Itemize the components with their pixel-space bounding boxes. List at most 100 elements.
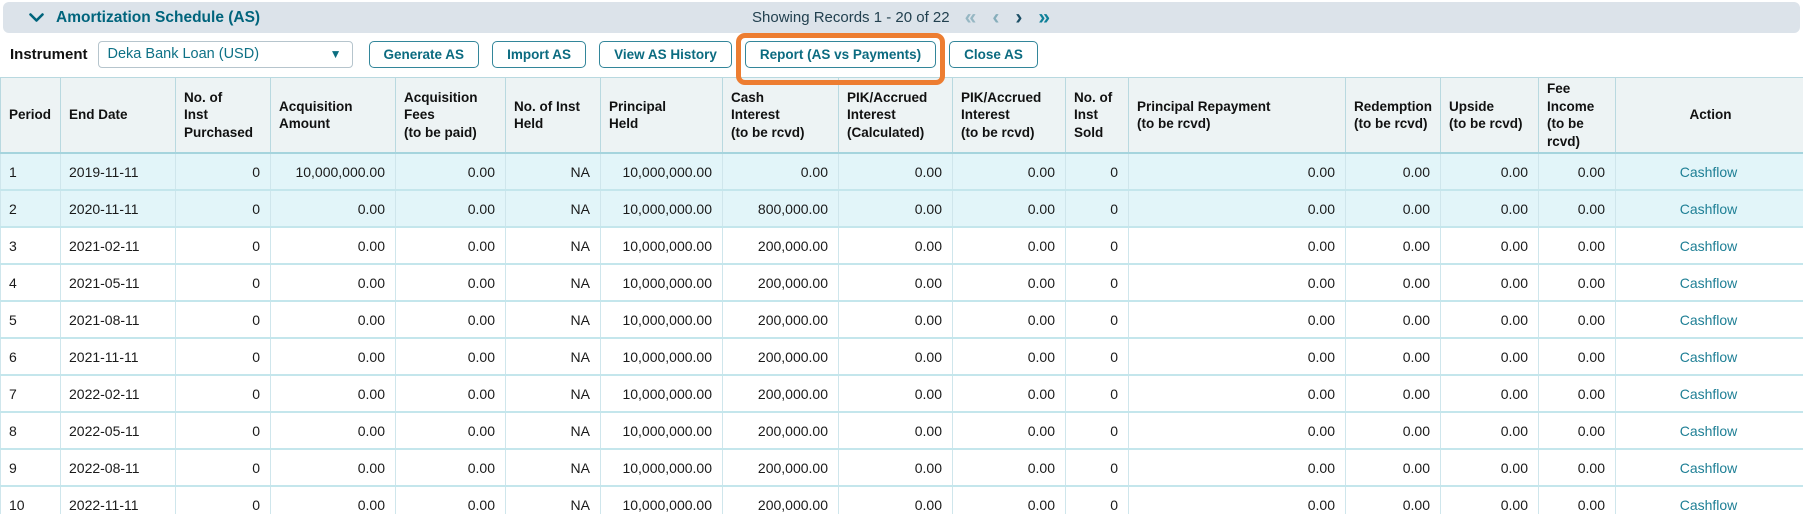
table-cell: 200,000.00 [723, 449, 839, 486]
table-cell: 0.00 [271, 227, 396, 264]
col-header-upside: Upside (to be rcvd) [1441, 78, 1539, 154]
report-as-vs-payments-button[interactable]: Report (AS vs Payments) [745, 41, 936, 68]
table-row: 52021-08-1100.000.00NA10,000,000.00200,0… [1, 301, 1803, 338]
table-cell: NA [506, 375, 601, 412]
next-page-button[interactable]: › [1014, 7, 1023, 28]
table-cell: 200,000.00 [723, 301, 839, 338]
col-header-cash-interest: Cash Interest (to be rcvd) [723, 78, 839, 154]
action-cell: Cashflow [1616, 486, 1803, 514]
table-cell: 10,000,000.00 [601, 338, 723, 375]
cashflow-link[interactable]: Cashflow [1680, 312, 1738, 328]
last-page-button[interactable]: » [1037, 7, 1051, 28]
action-cell: Cashflow [1616, 449, 1803, 486]
table-cell: 0.00 [1441, 449, 1539, 486]
col-header-no-inst-sold: No. of Inst Sold [1066, 78, 1129, 154]
table-cell: 0 [1066, 338, 1129, 375]
cashflow-link[interactable]: Cashflow [1680, 238, 1738, 254]
table-cell: 10,000,000.00 [601, 486, 723, 514]
table-cell: 0.00 [1129, 338, 1346, 375]
table-row: 32021-02-1100.000.00NA10,000,000.00200,0… [1, 227, 1803, 264]
pagination: « ‹ › » [964, 7, 1051, 28]
table-cell: 0.00 [1441, 227, 1539, 264]
cashflow-link[interactable]: Cashflow [1680, 164, 1738, 180]
panel-title: Amortization Schedule (AS) [56, 9, 260, 27]
table-row: 12019-11-11010,000,000.000.00NA10,000,00… [1, 153, 1803, 190]
table-cell: 200,000.00 [723, 486, 839, 514]
table-cell: 0.00 [839, 412, 953, 449]
table-cell: 9 [1, 449, 61, 486]
table-cell: NA [506, 153, 601, 190]
instrument-select[interactable]: Deka Bank Loan (USD) ▼ [98, 41, 353, 68]
table-cell: 0.00 [396, 412, 506, 449]
table-cell: 0.00 [1129, 375, 1346, 412]
action-cell: Cashflow [1616, 338, 1803, 375]
table-cell: 200,000.00 [723, 227, 839, 264]
table-cell: 0 [176, 338, 271, 375]
table-cell: 0.00 [396, 153, 506, 190]
table-cell: 0.00 [953, 338, 1066, 375]
table-cell: 0.00 [1441, 264, 1539, 301]
chevron-down-icon[interactable] [29, 13, 44, 23]
table-cell: 0.00 [1539, 153, 1616, 190]
table-cell: 0.00 [396, 227, 506, 264]
first-page-button[interactable]: « [964, 7, 978, 28]
table-cell: 0.00 [271, 449, 396, 486]
cashflow-link[interactable]: Cashflow [1680, 201, 1738, 217]
table-cell: 5 [1, 301, 61, 338]
table-cell: 0.00 [1346, 449, 1441, 486]
table-cell: 0.00 [953, 375, 1066, 412]
table-cell: 0.00 [1441, 153, 1539, 190]
table-cell: 0.00 [1539, 338, 1616, 375]
table-cell: 2021-02-11 [61, 227, 176, 264]
table-cell: 2021-11-11 [61, 338, 176, 375]
amortization-schedule-table: Period End Date No. of Inst Purchased Ac… [0, 77, 1803, 514]
cashflow-link[interactable]: Cashflow [1680, 497, 1738, 513]
table-cell: 10,000,000.00 [601, 412, 723, 449]
close-as-button[interactable]: Close AS [949, 41, 1038, 68]
table-cell: 10,000,000.00 [601, 227, 723, 264]
table-cell: 0.00 [396, 449, 506, 486]
col-header-action: Action [1616, 78, 1803, 154]
caret-down-icon: ▼ [330, 47, 342, 61]
table-cell: 0.00 [271, 190, 396, 227]
table-cell: 800,000.00 [723, 190, 839, 227]
table-cell: 2022-11-11 [61, 486, 176, 514]
table-cell: 200,000.00 [723, 264, 839, 301]
generate-as-button[interactable]: Generate AS [369, 41, 480, 68]
col-header-pik-accrued-calculated: PIK/Accrued Interest (Calculated) [839, 78, 953, 154]
table-cell: 0.00 [839, 338, 953, 375]
table-cell: 0 [176, 264, 271, 301]
action-cell: Cashflow [1616, 264, 1803, 301]
table-cell: 0.00 [953, 227, 1066, 264]
cashflow-link[interactable]: Cashflow [1680, 349, 1738, 365]
import-as-button[interactable]: Import AS [492, 41, 586, 68]
table-cell: 0.00 [1539, 486, 1616, 514]
table-cell: 200,000.00 [723, 412, 839, 449]
prev-page-button[interactable]: ‹ [991, 7, 1000, 28]
cashflow-link[interactable]: Cashflow [1680, 386, 1738, 402]
panel-header-bar: Amortization Schedule (AS) Showing Recor… [3, 2, 1800, 33]
col-header-no-inst-purchased: No. of Inst Purchased [176, 78, 271, 154]
table-cell: 0 [1066, 227, 1129, 264]
table-cell: 7 [1, 375, 61, 412]
cashflow-link[interactable]: Cashflow [1680, 423, 1738, 439]
table-cell: 0 [176, 375, 271, 412]
table-cell: 0.00 [953, 486, 1066, 514]
table-cell: 0.00 [839, 375, 953, 412]
table-cell: 0.00 [396, 190, 506, 227]
table-cell: 0 [1066, 264, 1129, 301]
table-cell: 3 [1, 227, 61, 264]
col-header-fee-income: Fee Income (to be rcvd) [1539, 78, 1616, 154]
table-cell: NA [506, 486, 601, 514]
cashflow-link[interactable]: Cashflow [1680, 275, 1738, 291]
table-cell: NA [506, 449, 601, 486]
view-as-history-button[interactable]: View AS History [599, 41, 732, 68]
table-cell: 0.00 [839, 264, 953, 301]
table-cell: 10 [1, 486, 61, 514]
action-cell: Cashflow [1616, 375, 1803, 412]
table-cell: 10,000,000.00 [601, 449, 723, 486]
cashflow-link[interactable]: Cashflow [1680, 460, 1738, 476]
table-cell: 0.00 [839, 486, 953, 514]
col-header-principal-repayment: Principal Repayment (to be rcvd) [1129, 78, 1346, 154]
table-cell: 6 [1, 338, 61, 375]
